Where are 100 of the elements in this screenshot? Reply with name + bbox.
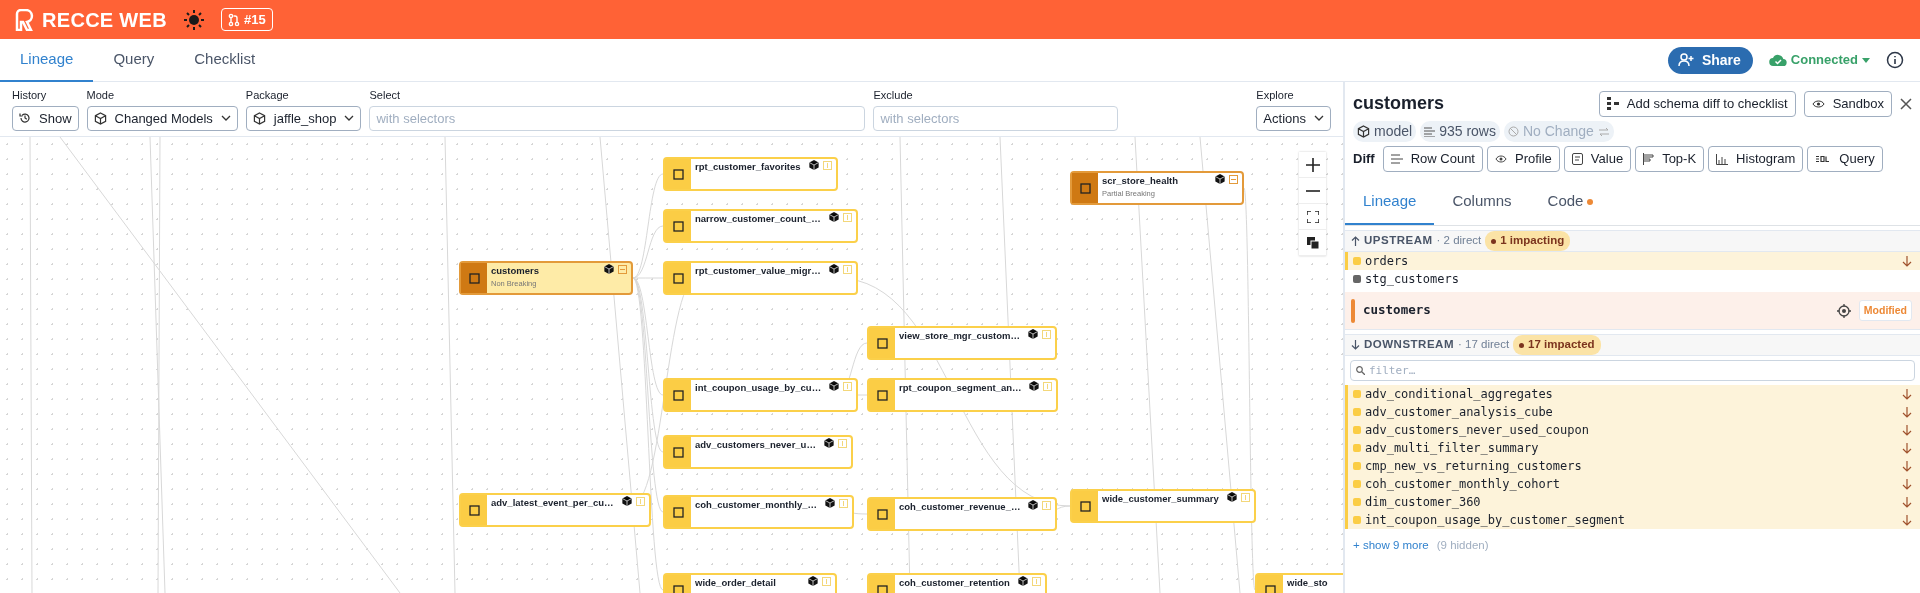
model-node[interactable]: wide_order_detail bbox=[663, 573, 837, 593]
toggle-icon[interactable] bbox=[1042, 500, 1052, 510]
model-node[interactable]: view_store_mgr_custom… bbox=[867, 326, 1057, 360]
diff-button[interactable]: Profile bbox=[1487, 146, 1560, 172]
toggle-icon[interactable] bbox=[843, 381, 853, 391]
field-label: Exclude bbox=[873, 88, 914, 103]
toggle-icon[interactable] bbox=[842, 212, 852, 222]
caret-icon bbox=[1314, 115, 1324, 122]
model-node[interactable]: int_coupon_usage_by_cu… bbox=[663, 378, 859, 412]
close-icon[interactable] bbox=[1900, 97, 1912, 110]
panel-tab[interactable]: Lineage bbox=[1345, 180, 1435, 225]
toggle-icon[interactable] bbox=[1041, 329, 1051, 339]
lineage-item[interactable]: adv_customers_never_used_coupon bbox=[1345, 421, 1920, 439]
share-button[interactable]: Share bbox=[1667, 46, 1753, 74]
toggle-icon[interactable] bbox=[1031, 576, 1041, 586]
eye-icon bbox=[1495, 154, 1507, 164]
show-more-link[interactable]: + show 9 more bbox=[1353, 537, 1429, 555]
main-tab[interactable]: Lineage bbox=[0, 38, 94, 82]
toggle-icon[interactable] bbox=[842, 264, 852, 274]
add-to-checklist-button[interactable]: Add schema diff to checklist bbox=[1598, 90, 1796, 117]
package-select[interactable]: jaffle_shop bbox=[245, 105, 362, 131]
actions-select[interactable]: Actions bbox=[1256, 105, 1331, 131]
square-icon bbox=[672, 389, 684, 401]
model-node[interactable]: wide_sto bbox=[1255, 573, 1343, 593]
select-field[interactable]: with selectors bbox=[369, 105, 866, 131]
arrow-up-icon bbox=[1351, 236, 1360, 246]
exclude-field[interactable]: with selectors bbox=[873, 105, 1119, 131]
fit-view-button[interactable] bbox=[1299, 204, 1326, 230]
lineage-item[interactable]: coh_customer_monthly_cohort bbox=[1345, 475, 1920, 493]
section-title: DOWNSTREAM bbox=[1364, 337, 1454, 353]
main-tab[interactable]: Checklist bbox=[174, 38, 276, 82]
square-icon bbox=[1353, 462, 1361, 470]
section-title: UPSTREAM bbox=[1364, 233, 1433, 249]
diff-button[interactable]: Value bbox=[1563, 146, 1632, 172]
sun-icon[interactable] bbox=[182, 8, 205, 31]
toggle-icon[interactable] bbox=[635, 496, 645, 506]
lineage-item[interactable]: adv_multi_filter_summary bbox=[1345, 439, 1920, 457]
cube-icon bbox=[1029, 381, 1040, 391]
arrow-down-icon bbox=[1902, 478, 1912, 490]
node-title: customers bbox=[491, 264, 540, 278]
model-node[interactable]: adv_customers_never_u… bbox=[663, 435, 853, 469]
model-node[interactable]: coh_customer_monthly_… bbox=[663, 495, 854, 529]
model-node[interactable]: adv_latest_event_per_cu… bbox=[459, 493, 651, 527]
current-node-name: customers bbox=[1363, 301, 1431, 320]
list-icon bbox=[1424, 126, 1436, 137]
toggle-icon[interactable] bbox=[838, 498, 848, 508]
node-title: narrow_customer_count_… bbox=[695, 212, 821, 226]
lineage-item[interactable]: dim_customer_360 bbox=[1345, 493, 1920, 511]
lineage-item[interactable]: int_coupon_usage_by_customer_segment bbox=[1345, 511, 1920, 529]
model-node[interactable]: wide_customer_summary bbox=[1070, 489, 1256, 523]
minus-icon bbox=[1305, 189, 1320, 192]
sandbox-button[interactable]: Sandbox bbox=[1803, 90, 1892, 117]
panel-tab[interactable]: Columns bbox=[1434, 180, 1530, 225]
toggle-icon[interactable] bbox=[822, 576, 831, 586]
zoom-out-button[interactable] bbox=[1299, 178, 1326, 204]
square-icon bbox=[876, 508, 888, 520]
locate-icon[interactable] bbox=[1836, 303, 1851, 318]
model-node[interactable]: coh_customer_revenue_… bbox=[867, 497, 1058, 531]
toggle-icon[interactable] bbox=[837, 438, 847, 448]
lineage-item[interactable]: adv_conditional_aggregates bbox=[1345, 385, 1920, 403]
model-node[interactable]: rpt_customer_favorites bbox=[663, 157, 838, 191]
model-node[interactable]: rpt_customer_value_migr… bbox=[663, 261, 858, 295]
caret-icon bbox=[1862, 57, 1870, 63]
modified-badge: Modified bbox=[1858, 299, 1912, 322]
square-icon bbox=[1353, 275, 1361, 283]
arrow-down-icon bbox=[1902, 496, 1912, 508]
lineage-item[interactable]: adv_customer_analysis_cube bbox=[1345, 403, 1920, 421]
diff-button[interactable]: Histogram bbox=[1708, 146, 1804, 172]
toggle-icon[interactable] bbox=[1043, 381, 1053, 391]
cube-icon bbox=[621, 496, 632, 506]
node-title: scr_store_health bbox=[1102, 174, 1179, 188]
cube-icon bbox=[823, 438, 834, 448]
cube-icon bbox=[828, 264, 839, 274]
lineage-item[interactable]: stg_customers bbox=[1345, 270, 1920, 288]
cube-icon bbox=[252, 111, 266, 125]
history-button[interactable]: Show bbox=[12, 105, 79, 131]
lineage-item[interactable]: orders bbox=[1345, 252, 1920, 270]
diff-button[interactable]: Row Count bbox=[1382, 146, 1483, 172]
toggle-icon[interactable] bbox=[1240, 492, 1250, 502]
model-node[interactable]: rpt_coupon_segment_an… bbox=[867, 378, 1059, 412]
panel-tab[interactable]: Code bbox=[1529, 180, 1612, 225]
square-icon bbox=[1353, 480, 1361, 488]
toggle-icon[interactable] bbox=[618, 264, 627, 274]
cube-icon bbox=[828, 212, 839, 222]
toggle-icon[interactable] bbox=[1229, 174, 1238, 184]
diff-button[interactable]: Top-K bbox=[1635, 146, 1705, 172]
filter-field[interactable]: filter… bbox=[1350, 360, 1915, 381]
info-icon[interactable] bbox=[1886, 51, 1904, 69]
mode-select[interactable]: Changed Models bbox=[86, 105, 238, 131]
toggle-icon[interactable] bbox=[822, 160, 832, 170]
cube-icon bbox=[1028, 500, 1039, 510]
node-title: view_store_mgr_custom… bbox=[899, 329, 1020, 343]
zoom-in-button[interactable] bbox=[1299, 152, 1326, 178]
model-node[interactable]: narrow_customer_count_… bbox=[663, 209, 858, 243]
lineage-item[interactable]: cmp_new_vs_returning_customers bbox=[1345, 457, 1920, 475]
caret-icon bbox=[344, 115, 355, 122]
diff-button[interactable]: Query bbox=[1807, 146, 1883, 172]
model-node[interactable]: coh_customer_retention bbox=[867, 573, 1047, 593]
main-tab[interactable]: Query bbox=[93, 38, 175, 82]
minimap-button[interactable] bbox=[1299, 230, 1326, 256]
